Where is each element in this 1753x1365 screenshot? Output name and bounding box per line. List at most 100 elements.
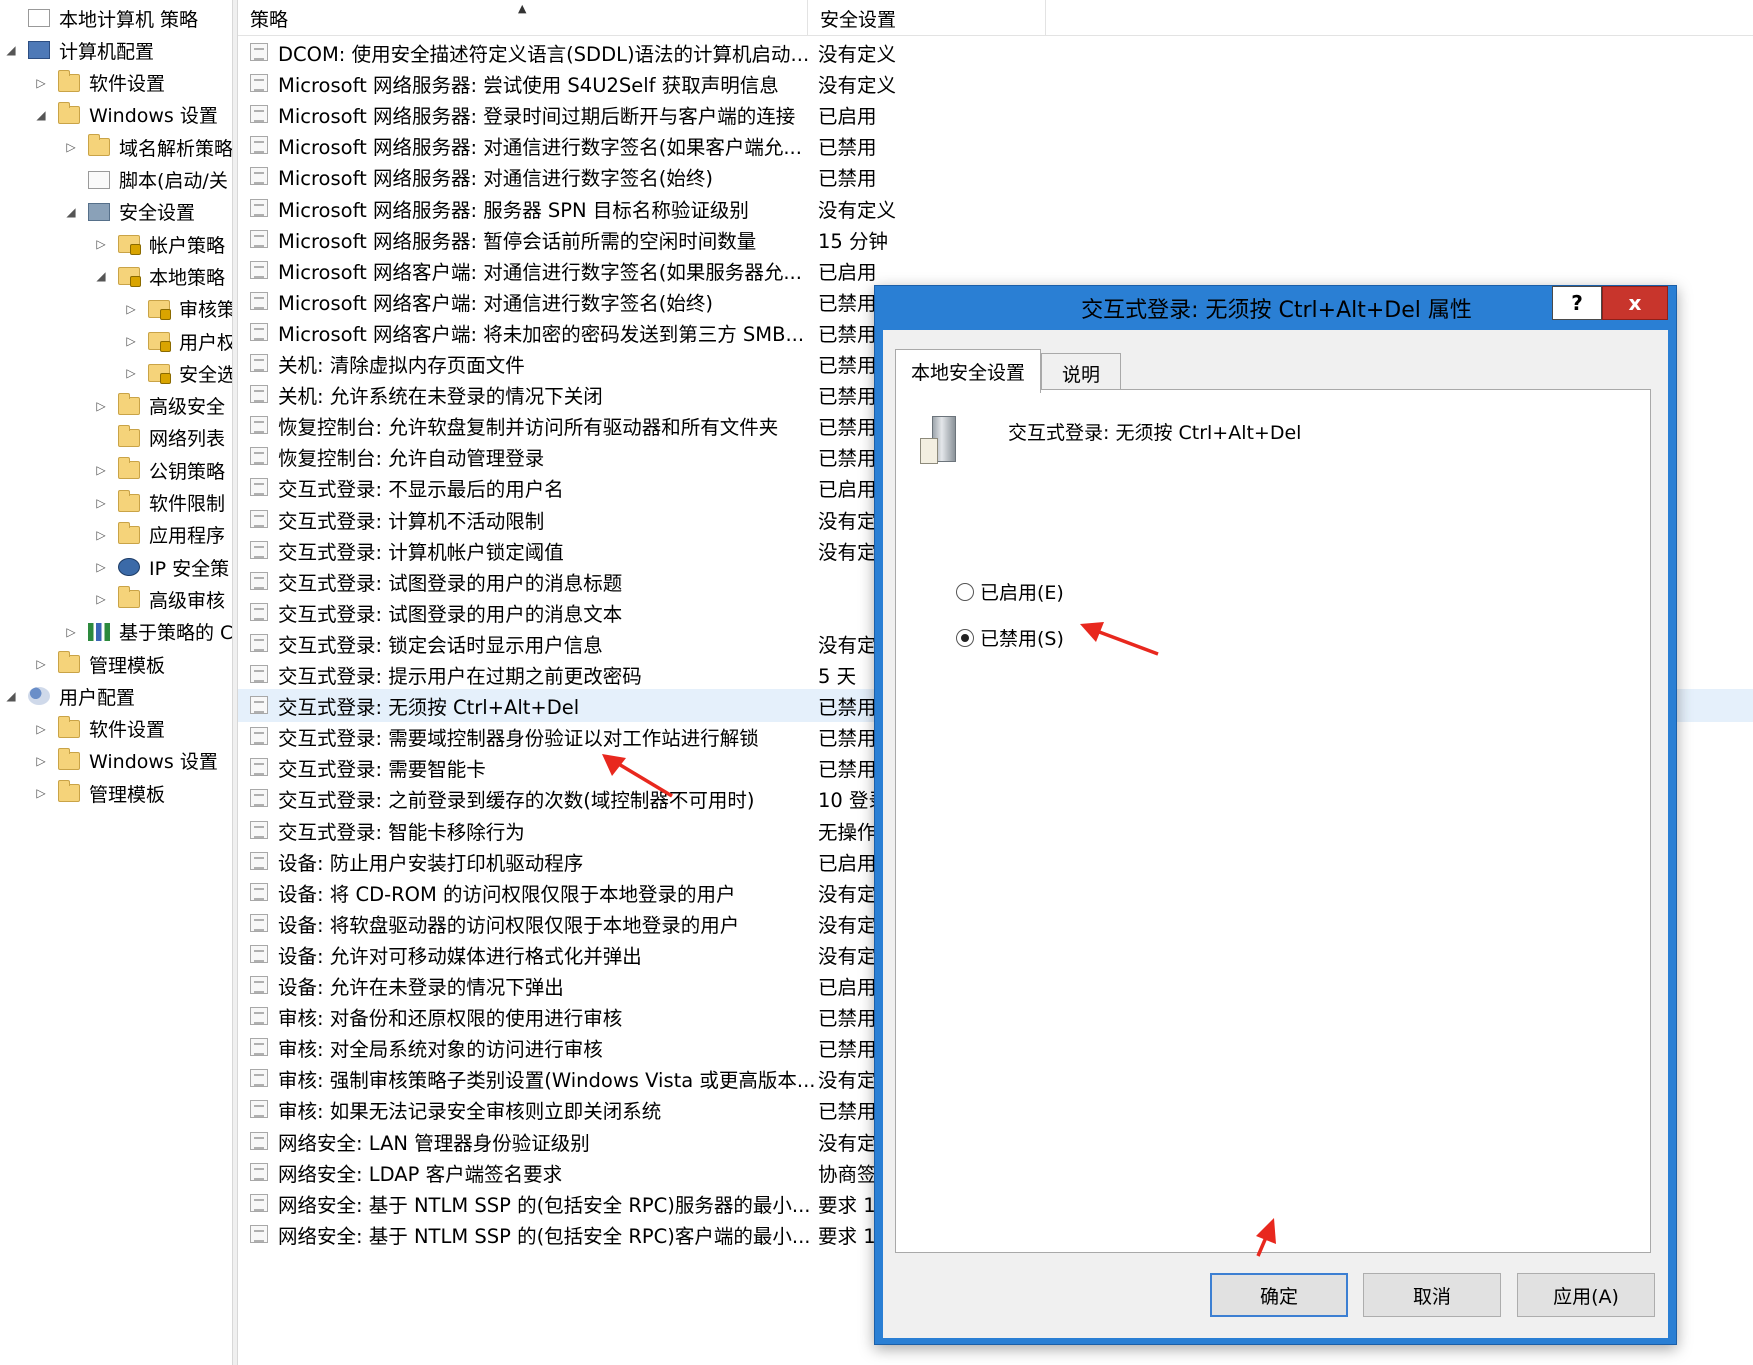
tree-item-label: 公钥策略 bbox=[149, 460, 226, 483]
collapse-arrow-icon[interactable]: ◢ bbox=[4, 43, 18, 57]
policy-icon bbox=[28, 9, 50, 27]
lock-folder-icon bbox=[148, 299, 171, 320]
tree-item-label: 审核策 bbox=[179, 299, 232, 322]
policy-row[interactable]: Microsoft 网络服务器: 登录时间过期后断开与客户端的连接 已启用 bbox=[238, 98, 1753, 131]
tree-item[interactable]: ▷ 安全选 bbox=[124, 357, 232, 389]
tree-item[interactable]: ◢ 用户配置 bbox=[4, 680, 135, 712]
expand-arrow-icon[interactable]: ▷ bbox=[94, 237, 108, 251]
collapse-arrow-icon[interactable]: ◢ bbox=[64, 205, 78, 219]
collapse-arrow-icon[interactable]: ◢ bbox=[94, 269, 108, 283]
policy-item-icon bbox=[250, 696, 268, 715]
column-header-policy[interactable]: 策略 ▲ bbox=[238, 0, 808, 36]
collapse-arrow-icon[interactable]: ◢ bbox=[4, 689, 18, 703]
tab-explain[interactable]: 说明 bbox=[1041, 353, 1121, 393]
tree-item[interactable]: ▷ IP 安全策 bbox=[94, 551, 229, 583]
expand-arrow-icon[interactable]: ▷ bbox=[94, 399, 108, 413]
expand-arrow-icon[interactable]: ▷ bbox=[34, 722, 48, 736]
cancel-button[interactable]: 取消 bbox=[1363, 1273, 1501, 1317]
expand-arrow-icon[interactable]: ▷ bbox=[94, 560, 108, 574]
tree-item[interactable]: ◢ 计算机配置 bbox=[4, 34, 154, 66]
tree-item[interactable]: ▷ 软件限制 bbox=[94, 487, 225, 519]
tree-item[interactable]: ◢ Windows 设置 bbox=[34, 99, 218, 131]
folder-icon bbox=[118, 586, 140, 609]
tab-local-security-setting[interactable]: 本地安全设置 bbox=[895, 349, 1041, 393]
policy-item-icon bbox=[250, 602, 268, 621]
tree-item[interactable]: ▷ 审核策 bbox=[124, 293, 232, 325]
policy-item-icon bbox=[250, 1100, 268, 1119]
tree-item[interactable]: ▷ 软件设置 bbox=[34, 67, 165, 99]
expand-arrow-icon[interactable]: ▷ bbox=[94, 528, 108, 542]
policy-item-icon bbox=[250, 229, 268, 248]
folder-icon bbox=[58, 651, 80, 673]
tree-item[interactable]: ▷ 公钥策略 bbox=[94, 454, 225, 486]
radio-enabled[interactable]: 已启用(E) bbox=[956, 578, 1064, 605]
users-icon bbox=[28, 687, 50, 706]
tree-item[interactable]: ▷ 管理模板 bbox=[34, 777, 165, 809]
tree-item[interactable]: 网络列表 bbox=[94, 422, 225, 454]
column-header-setting[interactable]: 安全设置 bbox=[808, 0, 1046, 36]
security-setting-cell: 已禁用 bbox=[818, 136, 877, 160]
tree-item[interactable]: ▷ 用户权 bbox=[124, 325, 232, 357]
security-setting-cell: 已禁用 bbox=[818, 167, 877, 191]
radio-disabled-indicator[interactable] bbox=[956, 628, 974, 647]
policy-item-icon bbox=[250, 1069, 268, 1088]
expand-arrow-icon[interactable]: ▷ bbox=[64, 625, 78, 639]
expand-arrow-icon[interactable]: ▷ bbox=[34, 76, 48, 90]
computer-icon bbox=[28, 41, 50, 60]
tree-item-label: 帐户策略 bbox=[149, 234, 226, 257]
tree-item[interactable]: ▷ 高级审核 bbox=[94, 583, 225, 615]
expand-arrow-icon[interactable]: ▷ bbox=[94, 463, 108, 477]
radio-disabled-label: 已禁用(S) bbox=[980, 628, 1064, 650]
radio-disabled[interactable]: 已禁用(S) bbox=[956, 624, 1064, 651]
policy-item-icon bbox=[250, 1131, 268, 1150]
tree-item[interactable]: ▷ 高级安全 bbox=[94, 390, 225, 422]
script-icon bbox=[88, 170, 110, 189]
tree-item[interactable]: ▷ 基于策略的 C bbox=[64, 616, 232, 648]
policy-item-icon bbox=[250, 291, 268, 310]
policy-row[interactable]: Microsoft 网络服务器: 服务器 SPN 目标名称验证级别 没有定义 bbox=[238, 192, 1753, 225]
close-button[interactable]: x bbox=[1602, 286, 1668, 320]
policy-row[interactable]: DCOM: 使用安全描述符定义语言(SDDL)语法的计算机启动... 没有定义 bbox=[238, 36, 1753, 69]
lock-folder-icon bbox=[118, 267, 141, 288]
radio-enabled-indicator[interactable] bbox=[956, 582, 974, 601]
tree-item-label: Windows 设置 bbox=[89, 105, 218, 128]
tree-item[interactable]: ▷ 应用程序 bbox=[94, 519, 225, 551]
expand-arrow-icon[interactable]: ▷ bbox=[34, 754, 48, 768]
tree-item-label: 用户权 bbox=[179, 331, 232, 354]
expand-arrow-icon[interactable]: ▷ bbox=[94, 592, 108, 606]
policy-row[interactable]: Microsoft 网络服务器: 暂停会话前所需的空闲时间数量 15 分钟 bbox=[238, 223, 1753, 256]
tree-item-label: 用户配置 bbox=[59, 686, 136, 709]
server-policy-icon bbox=[920, 416, 962, 468]
ok-button[interactable]: 确定 bbox=[1210, 1273, 1348, 1317]
tree-item[interactable]: ▷ 软件设置 bbox=[34, 713, 165, 745]
policy-item-icon bbox=[250, 976, 268, 994]
policy-row[interactable]: Microsoft 网络服务器: 对通信进行数字签名(如果客户端允... 已禁用 bbox=[238, 129, 1753, 162]
tree-item[interactable]: 脚本(启动/关 bbox=[64, 164, 228, 196]
tree-item[interactable]: 本地计算机 策略 bbox=[4, 2, 198, 34]
expand-arrow-icon[interactable]: ▷ bbox=[124, 302, 138, 316]
tree-item[interactable]: ▷ 管理模板 bbox=[34, 648, 165, 680]
policy-row[interactable]: Microsoft 网络客户端: 对通信进行数字签名(如果服务器允... 已启用 bbox=[238, 254, 1753, 287]
expand-arrow-icon[interactable]: ▷ bbox=[94, 496, 108, 510]
tree-item[interactable]: ◢ 安全设置 bbox=[64, 196, 195, 228]
tree-item[interactable]: ▷ 帐户策略 bbox=[94, 228, 225, 260]
expand-arrow-icon[interactable]: ▷ bbox=[124, 334, 138, 348]
tree-item-label: 本地计算机 策略 bbox=[59, 8, 199, 31]
help-button[interactable]: ? bbox=[1552, 286, 1602, 320]
expand-arrow-icon[interactable]: ▷ bbox=[124, 366, 138, 380]
tree-item[interactable]: ▷ 域名解析策略 bbox=[64, 131, 232, 163]
collapse-arrow-icon[interactable]: ◢ bbox=[34, 108, 48, 122]
expand-arrow-icon[interactable]: ▷ bbox=[34, 657, 48, 671]
policy-item-icon bbox=[250, 198, 268, 217]
tree-item-label: 高级审核 bbox=[149, 589, 226, 612]
expand-arrow-icon[interactable]: ▷ bbox=[64, 140, 78, 154]
policy-item-icon bbox=[250, 354, 268, 372]
policy-row[interactable]: Microsoft 网络服务器: 尝试使用 S4U2Self 获取声明信息 没有定… bbox=[238, 67, 1753, 100]
apply-button[interactable]: 应用(A) bbox=[1517, 1273, 1655, 1317]
expand-arrow-icon[interactable]: ▷ bbox=[34, 786, 48, 800]
tree-item[interactable]: ▷ Windows 设置 bbox=[34, 745, 218, 777]
policy-row[interactable]: Microsoft 网络服务器: 对通信进行数字签名(始终) 已禁用 bbox=[238, 160, 1753, 193]
tree-item-label: 管理模板 bbox=[89, 654, 166, 677]
tree-item[interactable]: ◢ 本地策略 bbox=[94, 260, 225, 292]
folder-icon bbox=[118, 424, 140, 447]
